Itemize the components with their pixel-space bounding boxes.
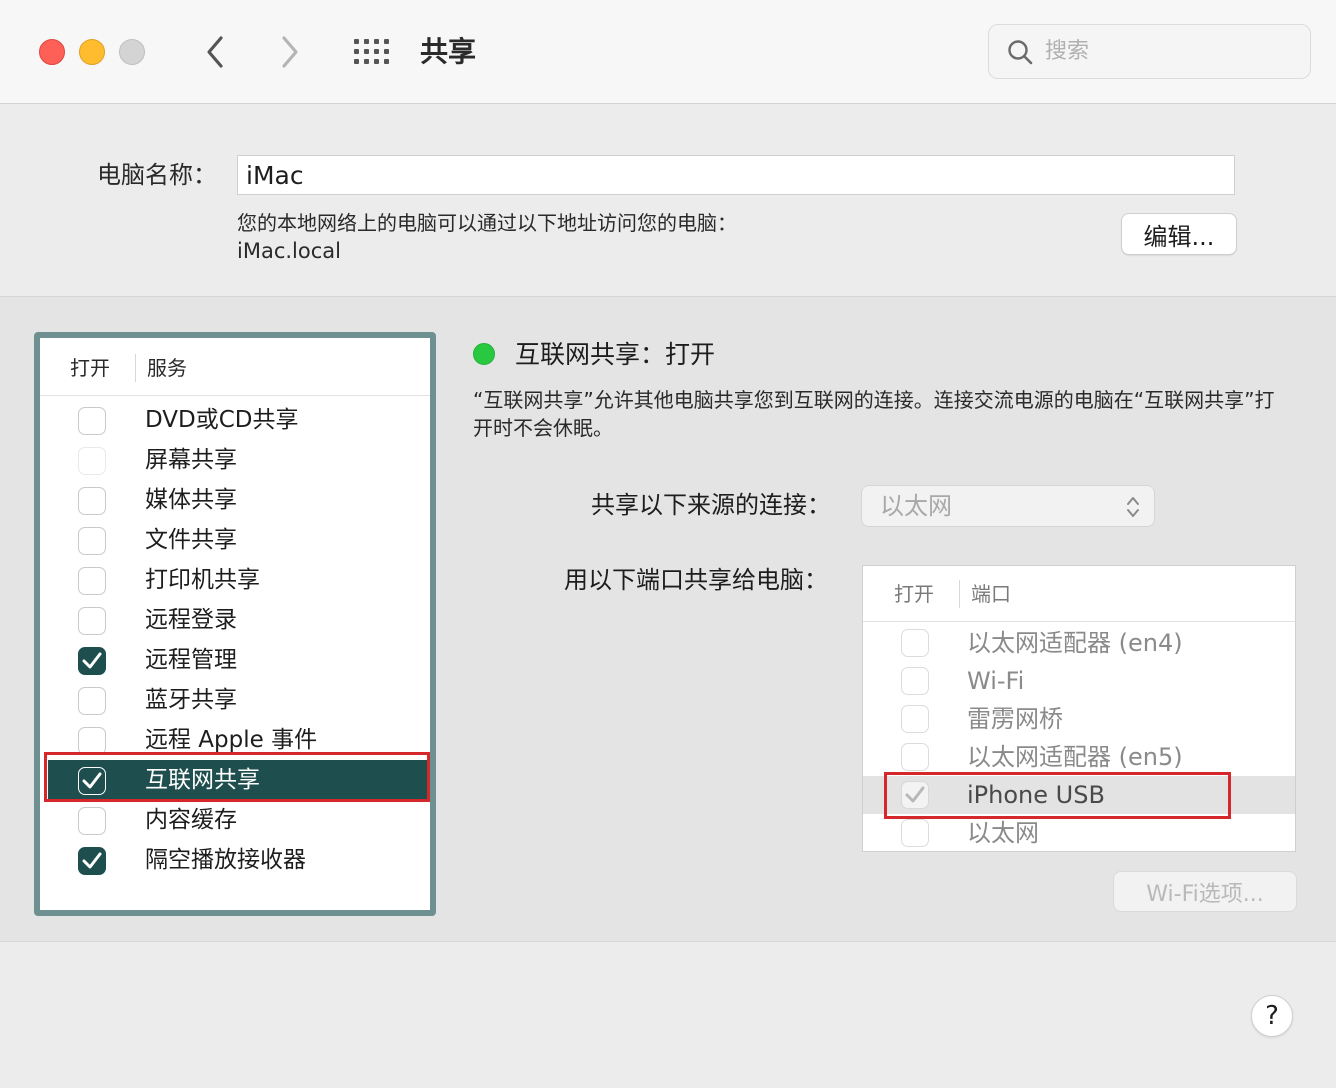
window-title: 共享 — [420, 35, 477, 68]
service-label: 文件共享 — [145, 527, 237, 553]
minimize-window-button[interactable] — [79, 39, 105, 65]
service-label: 远程管理 — [145, 647, 237, 673]
grid-icon — [354, 39, 389, 64]
port-label: 以太网适配器 (en5) — [967, 743, 1183, 771]
service-label: 隔空播放接收器 — [145, 847, 306, 873]
service-checkbox[interactable] — [78, 487, 106, 515]
share-source-value: 以太网 — [880, 492, 952, 520]
title-bar: 共享 — [0, 0, 1336, 104]
service-row[interactable]: 隔空播放接收器 — [40, 840, 430, 880]
service-label: 打印机共享 — [145, 567, 260, 593]
service-row[interactable]: 文件共享 — [40, 520, 430, 560]
highlight-box-iphone-usb — [884, 772, 1231, 819]
port-label: 以太网适配器 (en4) — [967, 629, 1183, 657]
status-indicator-dot — [473, 343, 495, 365]
forward-button[interactable] — [270, 30, 310, 74]
port-row[interactable]: 以太网适配器 (en4) — [863, 624, 1295, 662]
chevron-right-icon — [282, 36, 298, 68]
service-checkbox[interactable] — [78, 607, 106, 635]
service-status-title: 互联网共享：打开 — [515, 340, 716, 369]
service-checkbox[interactable] — [78, 407, 106, 435]
service-description: “互联网共享”允许其他电脑共享您到互联网的连接。连接交流电源的电脑在“互联网共享… — [473, 388, 1275, 440]
back-button[interactable] — [195, 30, 235, 74]
column-divider — [135, 354, 136, 382]
services-list[interactable]: 打开 服务 DVD或CD共享 屏幕共享媒体共享文件共享打印机共享远程登录远程管理蓝… — [34, 332, 436, 916]
service-row[interactable]: DVD或CD共享 — [40, 400, 430, 440]
service-checkbox[interactable] — [78, 647, 106, 675]
port-row[interactable]: 雷雳网桥 — [863, 700, 1295, 738]
share-source-select[interactable]: 以太网 — [861, 485, 1155, 527]
port-checkbox[interactable] — [901, 819, 929, 847]
checkmark-icon — [82, 852, 102, 869]
wifi-options-button[interactable]: Wi-Fi选项... — [1113, 871, 1297, 912]
computer-name-field[interactable] — [237, 155, 1235, 195]
address-description: 您的本地网络上的电脑可以通过以下地址访问您的电脑： — [237, 211, 737, 235]
up-down-chevron-icon — [1127, 497, 1139, 517]
computer-name-label: 电脑名称： — [97, 161, 217, 189]
service-checkbox[interactable] — [78, 807, 106, 835]
port-row[interactable]: 以太网适配器 (en5) — [863, 738, 1295, 776]
chevron-left-icon — [207, 36, 223, 68]
service-row[interactable]: 远程登录 — [40, 600, 430, 640]
service-label: 媒体共享 — [145, 487, 237, 513]
service-row[interactable]: 内容缓存 — [40, 800, 430, 840]
service-row[interactable]: 媒体共享 — [40, 480, 430, 520]
port-row[interactable]: Wi-Fi — [863, 662, 1295, 700]
highlight-box-internet-sharing — [44, 752, 430, 802]
service-row[interactable]: 蓝牙共享 — [40, 680, 430, 720]
port-label: Wi-Fi — [967, 667, 1025, 695]
search-box[interactable] — [988, 24, 1311, 79]
service-checkbox[interactable] — [78, 687, 106, 715]
service-row[interactable]: 远程管理 — [40, 640, 430, 680]
port-label: 雷雳网桥 — [967, 705, 1063, 733]
port-checkbox[interactable] — [901, 705, 929, 733]
column-header-on: 打开 — [70, 356, 110, 380]
share-to-ports-label: 用以下端口共享给电脑： — [564, 566, 828, 594]
ports-column-header-on: 打开 — [894, 582, 934, 606]
zoom-window-button[interactable] — [119, 39, 145, 65]
service-label: 屏幕共享 — [145, 447, 237, 473]
port-checkbox[interactable] — [901, 629, 929, 657]
service-label: DVD或CD共享 — [145, 407, 299, 433]
service-row[interactable]: 打印机共享 — [40, 560, 430, 600]
port-checkbox[interactable] — [901, 743, 929, 771]
local-address: iMac.local — [237, 239, 341, 263]
service-checkbox[interactable] — [78, 447, 106, 475]
port-checkbox[interactable] — [901, 667, 929, 695]
service-checkbox[interactable] — [78, 727, 106, 755]
edit-button[interactable]: 编辑... — [1121, 213, 1237, 255]
show-all-button[interactable] — [350, 34, 394, 70]
ports-column-header-port: 端口 — [971, 582, 1011, 606]
close-window-button[interactable] — [39, 39, 65, 65]
service-label: 远程 Apple 事件 — [145, 727, 318, 753]
ports-list-header: 打开 端口 — [863, 566, 1295, 622]
help-button[interactable]: ? — [1251, 995, 1293, 1037]
checkmark-icon — [82, 652, 102, 669]
search-input[interactable] — [1045, 39, 1285, 64]
service-label: 远程登录 — [145, 607, 237, 633]
service-label: 蓝牙共享 — [145, 687, 237, 713]
service-checkbox[interactable] — [78, 567, 106, 595]
computer-name-section — [0, 105, 1336, 296]
column-header-service: 服务 — [147, 356, 187, 380]
service-label: 内容缓存 — [145, 807, 237, 833]
service-row[interactable]: 屏幕共享 — [40, 440, 430, 480]
service-checkbox[interactable] — [78, 527, 106, 555]
ports-column-divider — [959, 580, 960, 608]
services-list-header: 打开 服务 — [40, 338, 430, 396]
port-row[interactable]: 以太网 — [863, 814, 1295, 851]
share-source-label: 共享以下来源的连接： — [591, 491, 831, 519]
search-icon — [1008, 39, 1033, 64]
port-label: 以太网 — [967, 819, 1039, 847]
service-checkbox[interactable] — [78, 847, 106, 875]
